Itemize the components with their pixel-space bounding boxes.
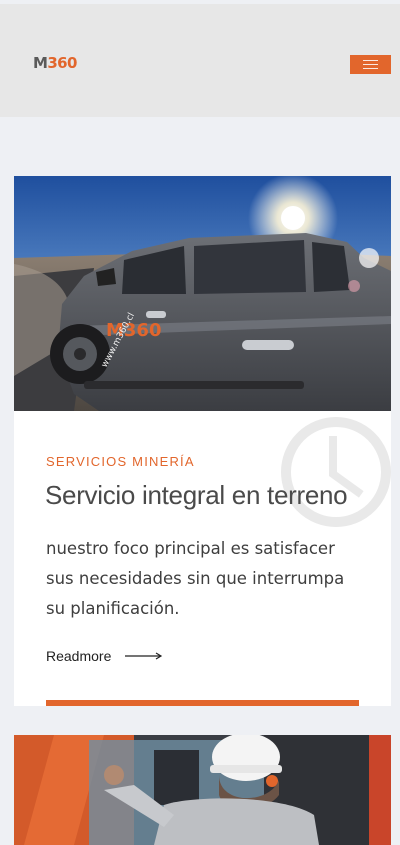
menu-line-icon [363, 64, 378, 65]
readmore-link[interactable]: Readmore [46, 648, 163, 664]
service-title: Servicio integral en terreno [45, 480, 348, 510]
site-header: M360 [0, 0, 400, 117]
service-image: M360 www.m360.cl [14, 176, 391, 411]
logo-letter: M [33, 54, 48, 72]
menu-line-icon [363, 68, 378, 69]
service-card-2 [14, 735, 391, 845]
hamburger-menu-button[interactable] [350, 55, 391, 74]
service-description: nuestro foco principal es satisfacer sus… [46, 539, 345, 618]
card-accent-bar [46, 700, 359, 706]
service-category: SERVICIOS MINERÍA [46, 454, 195, 469]
menu-line-icon [363, 60, 378, 61]
service-image-2 [14, 735, 391, 845]
clock-icon [281, 417, 391, 527]
brand-logo[interactable]: M360 [33, 54, 77, 72]
readmore-label: Readmore [46, 648, 112, 664]
logo-number: 360 [47, 54, 77, 72]
service-card: M360 www.m360.cl SERVICIOS MINERÍA Servi… [14, 176, 391, 706]
arrow-right-icon [125, 652, 163, 660]
